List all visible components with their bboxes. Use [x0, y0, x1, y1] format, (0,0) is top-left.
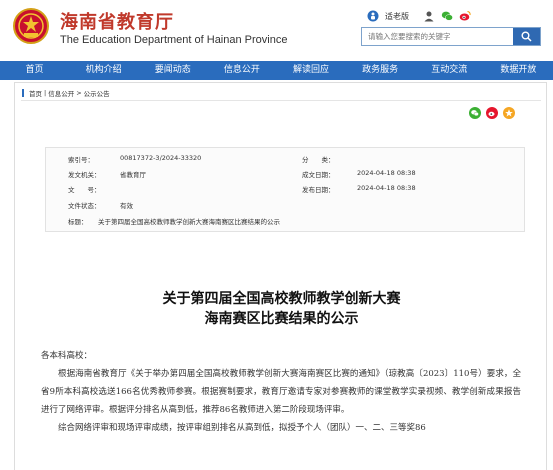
wechat-icon[interactable]: [441, 10, 453, 22]
wechat-share-icon[interactable]: [469, 107, 481, 119]
validity-label: 文件状态：: [68, 202, 101, 210]
breadcrumb-marker: [22, 89, 24, 97]
main-nav: 首页 机构介绍 要闻动态 信息公开 解读回应 政务服务 互动交流 数据开放: [0, 61, 553, 80]
site-title[interactable]: 海南省教育厅: [60, 8, 174, 34]
index-label: 索引号：: [68, 156, 94, 164]
breadcrumb: 首页 | 信息公开 > 公示公告: [22, 88, 110, 98]
qzone-share-icon[interactable]: [503, 107, 515, 119]
info-row: 标题： 关于第四届全国高校教师教学创新大赛海南赛区比赛结果的公示: [46, 216, 524, 229]
docno-label: 文 号：: [68, 186, 101, 194]
index-value: 00817372-3/2024-33320: [120, 154, 202, 162]
search-box: [361, 27, 541, 46]
national-emblem-icon: [13, 8, 49, 44]
nav-item-disclosure[interactable]: 信息公开: [207, 61, 276, 80]
subject-label: 标题：: [68, 218, 88, 226]
info-row: 文 号： 发布日期： 2024-04-18 08:38: [46, 184, 524, 197]
nav-item-interaction[interactable]: 互动交流: [415, 61, 484, 80]
validity-value: 有效: [120, 202, 133, 210]
document-title-line-2: 海南赛区比赛结果的公示: [204, 311, 359, 327]
info-row: 文件状态： 有效: [46, 200, 524, 213]
info-row: 发文机关： 省教育厅 成文日期： 2024-04-18 08:38: [46, 169, 524, 182]
person-silhouette-icon[interactable]: [423, 10, 435, 22]
salutation: 各本科高校：: [41, 351, 93, 361]
nav-item-about[interactable]: 机构介绍: [69, 61, 138, 80]
nav-item-home[interactable]: 首页: [0, 61, 69, 80]
body-paragraph: 综合网络评审和现场评审成绩，按评审组别排名从高到低，拟授予个人（团队）一、二、三…: [58, 423, 426, 433]
subject-value: 关于第四届全国高校教师教学创新大赛海南赛区比赛结果的公示: [98, 218, 280, 226]
nav-item-open-data[interactable]: 数据开放: [484, 61, 553, 80]
document-info-box: 索引号： 00817372-3/2024-33320 分 类： 发文机关： 省教…: [45, 147, 525, 232]
content-panel: 首页 | 信息公开 > 公示公告 索引号： 00817372-3/2024-33…: [14, 82, 547, 470]
search-input[interactable]: [362, 28, 514, 45]
share-buttons: [469, 107, 515, 119]
search-button[interactable]: [513, 28, 540, 45]
created-value: 2024-04-18 08:38: [357, 169, 416, 177]
weibo-icon[interactable]: [459, 10, 471, 22]
breadcrumb-home[interactable]: 首页: [29, 88, 42, 98]
published-value: 2024-04-18 08:38: [357, 184, 416, 192]
category-label: 分 类：: [302, 156, 335, 164]
breadcrumb-divider: [21, 100, 541, 101]
document-title-line-1: 关于第四届全国高校教师教学创新大赛: [162, 291, 401, 307]
nav-item-news[interactable]: 要闻动态: [138, 61, 207, 80]
breadcrumb-separator: >: [76, 89, 82, 97]
accessibility-link[interactable]: 适老版: [385, 11, 409, 22]
search-icon: [521, 31, 532, 42]
document-body: 各本科高校： 根据海南省教育厅《关于举办第四届全国高校教师教学创新大赛海南赛区比…: [41, 347, 521, 437]
info-row: 索引号： 00817372-3/2024-33320 分 类：: [46, 154, 524, 167]
issuer-label: 发文机关：: [68, 171, 101, 179]
breadcrumb-separator: |: [44, 89, 47, 97]
breadcrumb-notices[interactable]: 公示公告: [84, 88, 110, 98]
weibo-share-icon[interactable]: [486, 107, 498, 119]
site-subtitle: The Education Department of Hainan Provi…: [60, 34, 288, 46]
breadcrumb-disclosure[interactable]: 信息公开: [48, 88, 74, 98]
issuer-value: 省教育厅: [120, 171, 146, 179]
site-header: 海南省教育厅 The Education Department of Haina…: [0, 0, 553, 60]
body-paragraph: 根据海南省教育厅《关于举办第四届全国高校教师教学创新大赛海南赛区比赛的通知》（琼…: [41, 369, 521, 415]
top-links: 适老版: [367, 10, 471, 22]
published-label: 发布日期：: [302, 186, 335, 194]
created-label: 成文日期：: [302, 171, 335, 179]
nav-item-interpretation[interactable]: 解读回应: [277, 61, 346, 80]
nav-item-services[interactable]: 政务服务: [346, 61, 415, 80]
person-icon: [367, 10, 379, 22]
